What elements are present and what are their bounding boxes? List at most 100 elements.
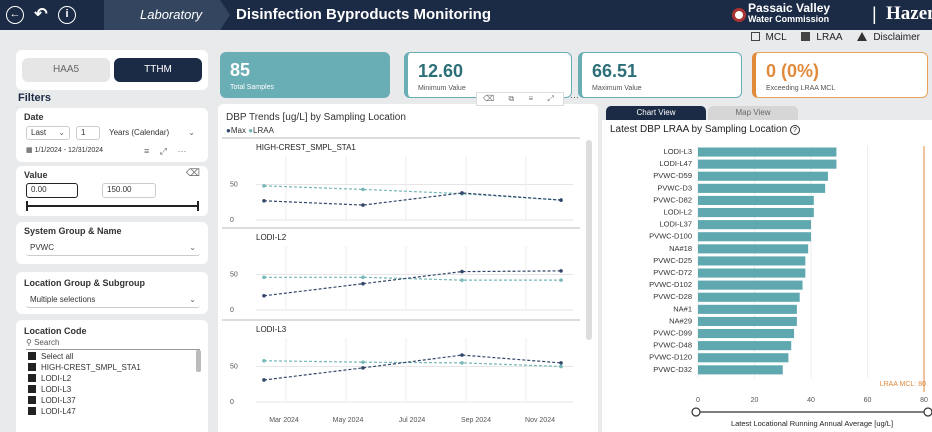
info-icon[interactable]: i — [58, 6, 76, 24]
slider-handle-max[interactable] — [197, 201, 199, 211]
checkbox[interactable] — [28, 363, 36, 371]
visual-header-icons[interactable]: ≡ ⤢ ⋯ — [144, 146, 190, 157]
x-tick-label: Sep 2024 — [461, 417, 491, 424]
data-point — [262, 378, 266, 382]
pvwc-logo: Passaic Valley Water Commission — [748, 1, 831, 24]
breadcrumb-arrow — [220, 0, 230, 30]
lraa-link[interactable]: LRAA — [801, 32, 848, 43]
panel-title: LODI-L3 — [256, 325, 287, 334]
x-tick-label: 0 — [696, 397, 700, 404]
list-item[interactable]: LODI-L37 — [28, 395, 141, 406]
category-label: LODI-L37 — [659, 220, 692, 229]
bar — [698, 220, 811, 230]
category-label: PVWC-D48 — [653, 341, 692, 350]
bar — [698, 304, 797, 314]
search-icon: ⚲ — [26, 338, 35, 347]
bar — [698, 280, 803, 290]
value-max-input[interactable]: 150.00 — [102, 183, 156, 198]
bar — [698, 292, 800, 302]
series-line — [263, 185, 562, 201]
more-options-icon[interactable]: ⋯ — [570, 92, 579, 103]
location-code-label: Location Code — [24, 326, 87, 336]
tthm-button[interactable]: TTHM — [114, 58, 202, 82]
list-item[interactable]: LODI-L47 — [28, 406, 141, 417]
data-point — [460, 278, 464, 282]
bar — [698, 365, 783, 375]
data-point — [262, 358, 266, 363]
category-label: PVWC-D99 — [653, 329, 692, 338]
mcl-link[interactable]: MCL — [750, 32, 793, 43]
list-scrollbar[interactable] — [196, 350, 201, 372]
list-item[interactable]: LODI-L3 — [28, 384, 141, 395]
back-icon[interactable]: ← — [6, 6, 24, 24]
category-label: PVWC-D59 — [653, 171, 692, 180]
y-tick-label: 0 — [230, 399, 234, 406]
date-period-select[interactable]: Last ⌄ — [26, 126, 70, 140]
category-label: NA#1 — [673, 304, 692, 313]
date-filter: Date Last ⌄ 1 Years (Calendar) ⌄ ▦ 1/1/202… — [16, 108, 208, 162]
category-label: PVWC-D28 — [653, 292, 692, 301]
data-point — [361, 187, 365, 192]
value-min-input[interactable]: 0.00 — [26, 183, 78, 198]
system-filter: System Group & Name PVWC ⌄ — [16, 222, 208, 264]
bar — [698, 232, 811, 242]
category-label: PVWC-D102 — [649, 280, 692, 289]
kpi-total-samples: 85 Total Samples — [220, 52, 390, 98]
checkbox[interactable] — [28, 385, 36, 393]
y-tick-label: 50 — [230, 363, 238, 370]
list-item[interactable]: HIGH-CREST_SMPL_STA1 — [28, 362, 141, 373]
trend-scrollbar[interactable] — [586, 140, 592, 340]
date-unit-select[interactable]: Years (Calendar) ⌄ — [104, 126, 200, 140]
legend-links: MCL LRAA Disclaimer — [750, 32, 932, 50]
pvwc-logo-icon — [732, 8, 746, 22]
series-line — [263, 354, 562, 381]
y-tick-label: 50 — [230, 271, 238, 278]
slider-handle-min[interactable] — [26, 201, 28, 211]
list-item[interactable]: Select all — [28, 351, 141, 362]
data-point — [460, 269, 464, 274]
range-slider-handle — [923, 407, 932, 417]
page-title: Disinfection Byproducts Monitoring — [236, 6, 491, 23]
date-range: ▦ 1/1/2024 - 12/31/2024 — [26, 147, 104, 154]
mcl-label: LRAA MCL: 80 — [880, 381, 926, 388]
disclaimer-link[interactable]: Disclaimer — [857, 32, 926, 43]
eraser-icon[interactable]: ⌫ — [186, 168, 200, 179]
data-point — [361, 360, 365, 364]
checkbox[interactable] — [28, 374, 36, 382]
bar — [698, 147, 837, 157]
undo-icon[interactable]: ↶ — [32, 6, 50, 24]
bar-chart: 0 20 40 60 80 LRAA MCL: 80 LODI-L3 LODI-L47 PVWC… — [649, 146, 932, 428]
data-point — [262, 293, 266, 298]
data-point — [559, 278, 563, 282]
panel-title: HIGH-CREST_SMPL_STA1 — [256, 143, 356, 152]
tab-chart-view[interactable]: Chart View — [606, 106, 706, 120]
x-tick-label: 40 — [807, 397, 815, 404]
series-line — [263, 360, 562, 368]
checkbox[interactable] — [28, 407, 36, 415]
bar — [698, 183, 826, 193]
list-item[interactable]: LODI-L2 — [28, 373, 141, 384]
chevron-down-icon: ⌄ — [58, 128, 65, 137]
divider — [26, 349, 200, 350]
checkbox[interactable] — [28, 352, 36, 360]
breadcrumb[interactable]: Laboratory — [104, 0, 220, 30]
value-slider-track[interactable] — [28, 205, 198, 207]
panel-title: LODI-L2 — [256, 233, 287, 242]
system-label: System Group & Name — [24, 226, 122, 236]
checkbox[interactable] — [28, 396, 36, 404]
kpi-maximum: 66.51 Maximum Value — [578, 52, 742, 98]
bar — [698, 256, 806, 266]
series-line — [264, 276, 561, 281]
x-tick-label: 20 — [751, 397, 759, 404]
tab-map-view[interactable]: Map View — [708, 106, 798, 120]
system-select[interactable]: PVWC ⌄ — [26, 242, 200, 256]
value-label: Value — [24, 170, 48, 180]
data-point — [559, 198, 563, 202]
location-group-select[interactable]: Multiple selections ⌄ — [26, 294, 200, 308]
haa5-button[interactable]: HAA5 — [22, 58, 110, 82]
data-point — [262, 184, 266, 188]
x-axis-label: Latest Locational Running Annual Average… — [731, 419, 893, 428]
date-count-input[interactable]: 1 — [76, 126, 100, 140]
location-search[interactable]: ⚲ Search — [26, 338, 59, 347]
bar — [698, 268, 806, 278]
